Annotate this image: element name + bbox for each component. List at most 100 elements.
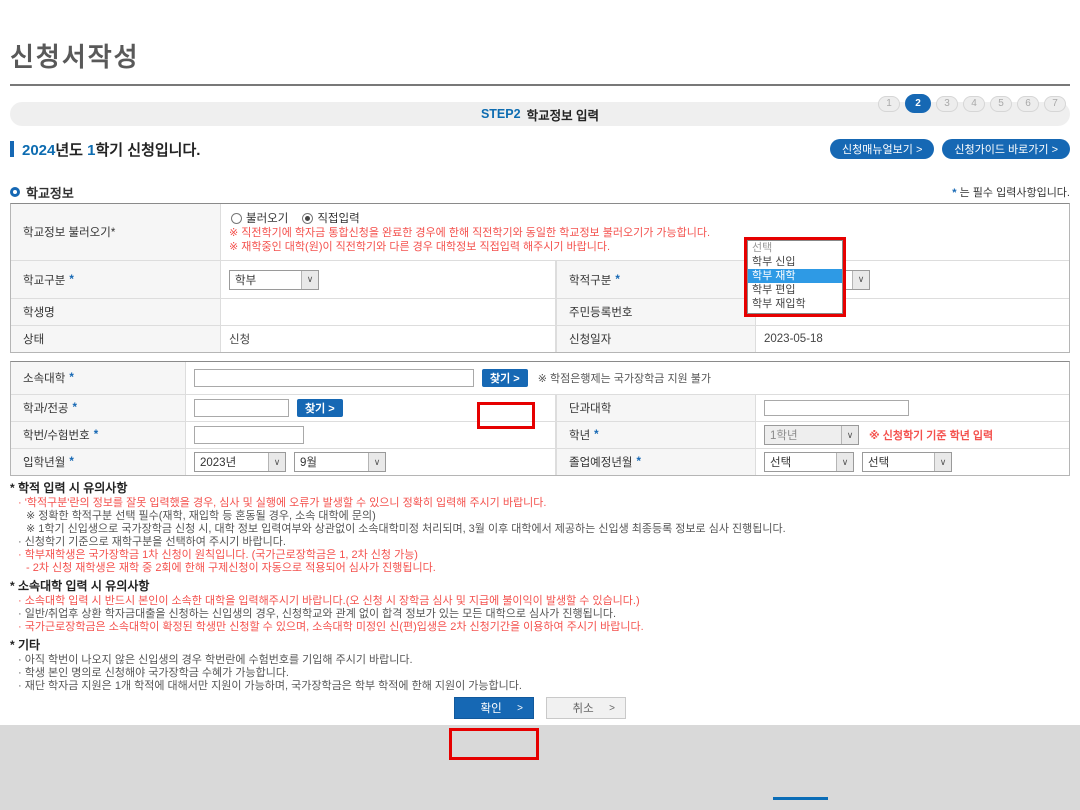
- major-find-button[interactable]: 찾기 >: [297, 399, 343, 417]
- status-value: 신청: [221, 326, 556, 352]
- table-row: 학과/전공 * 찾기 > 단과대학: [11, 394, 1069, 421]
- school-info-section-header: 학교정보 * 는 필수 입력사항입니다.: [10, 184, 1070, 200]
- graduation-month-select[interactable]: 선택 ∨: [862, 452, 952, 472]
- dropdown-option[interactable]: 학부 편입: [748, 283, 842, 297]
- admission-date-label: 입학년월 *: [11, 449, 186, 475]
- rrn-label: 주민등록번호: [556, 299, 756, 325]
- step-3: 3: [936, 96, 958, 112]
- note-item: · 아직 학번이 나오지 않은 신입생의 경우 학번란에 수험번호를 기입해 주…: [10, 654, 1070, 667]
- student-id-input[interactable]: [194, 426, 304, 444]
- load-note-1: ※ 직전학기에 학자금 통합신청을 완료한 경우에 한해 직전학기와 동일한 학…: [229, 226, 710, 240]
- table-row: 학번/수험번호 * 학년 * 1학년 ∨ ※ 신청학기 기준 학년 입력: [11, 421, 1069, 448]
- note-item: · 재단 학자금 지원은 1개 학적에 대해서만 지원이 가능하며, 국가장학금…: [10, 680, 1070, 693]
- step-7: 7: [1044, 96, 1066, 112]
- university-find-button[interactable]: 찾기 >: [482, 369, 528, 387]
- guide-shortcut-button[interactable]: 신청가이드 바로가기 >: [942, 139, 1070, 159]
- table-row: 학교구분 * 학부 ∨ 학적구분 * ∨: [11, 260, 1069, 298]
- footer-area: [0, 725, 1080, 810]
- college-input[interactable]: [764, 400, 909, 416]
- university-info-table: 소속대학 * 찾기 > ※ 학점은행제는 국가장학금 지원 불가 학과/전공 *…: [10, 361, 1070, 476]
- grade-note: ※ 신청학기 기준 학년 입력: [869, 427, 993, 443]
- title-divider: [10, 84, 1070, 86]
- radio-fetch-label[interactable]: 불러오기: [246, 210, 288, 226]
- note-item: · 신청학기 기준으로 재학구분을 선택하여 주시기 바랍니다.: [10, 536, 1070, 549]
- university-note: ※ 학점은행제는 국가장학금 지원 불가: [538, 370, 711, 386]
- university-input[interactable]: [194, 369, 474, 387]
- note-title: * 소속대학 입력 시 유의사항: [10, 579, 1070, 593]
- cancel-button[interactable]: 취소 >: [546, 697, 626, 719]
- note-item: - 2차 신청 재학생은 재학 중 2회에 한해 구제신청이 자동으로 적용되어…: [10, 562, 1070, 575]
- college-label: 단과대학: [556, 395, 756, 421]
- student-name-label: 학생명: [11, 299, 221, 325]
- graduation-year-select[interactable]: 선택 ∨: [764, 452, 854, 472]
- step-indicator: 1 2 3 4 5 6 7: [878, 94, 1066, 113]
- arrow-right-icon: >: [517, 703, 523, 714]
- chevron-down-icon: ∨: [301, 271, 318, 289]
- etc-notes-block: * 기타 · 아직 학번이 나오지 않은 신입생의 경우 학번란에 수험번호를 …: [10, 638, 1070, 693]
- manual-view-button[interactable]: 신청매뉴얼보기 >: [830, 139, 934, 159]
- enroll-type-dropdown-list[interactable]: 선택 학부 신입 학부 재학 학부 편입 학부 재입학: [747, 240, 843, 314]
- university-notes-block: * 소속대학 입력 시 유의사항 · 소속대학 입력 시 반드시 본인이 소속한…: [10, 579, 1070, 634]
- university-label: 소속대학 *: [11, 362, 186, 394]
- status-label: 상태: [11, 326, 221, 352]
- confirm-button[interactable]: 확인 >: [454, 697, 534, 719]
- note-item: ※ 정확한 학적구분 선택 필수(재학, 재입학 등 혼동될 경우, 소속 대학…: [10, 510, 1070, 523]
- admission-month-select[interactable]: 9월 ∨: [294, 452, 386, 472]
- step-5: 5: [990, 96, 1012, 112]
- radio-selected-icon[interactable]: [302, 213, 313, 224]
- step-banner-number: STEP2: [481, 107, 521, 121]
- chevron-down-icon: ∨: [836, 453, 853, 471]
- find-button-annotation: [477, 402, 535, 429]
- note-item: · 학부재학생은 국가장학금 1차 신청이 원칙입니다. (국가근로장학금은 1…: [10, 549, 1070, 562]
- chevron-down-icon: ∨: [841, 426, 858, 444]
- note-title: * 학적 입력 시 유의사항: [10, 481, 1070, 495]
- radio-unselected-icon[interactable]: [231, 213, 242, 224]
- note-item: ※ 1학기 신입생으로 국가장학금 신청 시, 대학 정보 입력여부와 상관없이…: [10, 523, 1070, 536]
- note-item: · 소속대학 입력 시 반드시 본인이 소속한 대학을 입력해주시기 바랍니다.…: [10, 595, 1070, 608]
- semester-headline-row: 2024년도 1학기 신청입니다. 신청매뉴얼보기 > 신청가이드 바로가기 >: [10, 138, 1070, 160]
- note-item: · 국가근로장학금은 소속대학이 확정된 학생만 신청할 수 있으며, 소속대학…: [10, 621, 1070, 634]
- dropdown-option-selected[interactable]: 학부 재학: [748, 269, 842, 283]
- enroll-type-label: 학적구분 *: [556, 261, 756, 298]
- form-actions: 확인 > 취소 >: [10, 697, 1070, 719]
- apply-date-value: 2023-05-18: [756, 326, 1069, 352]
- dropdown-option[interactable]: 학부 재입학: [748, 297, 842, 311]
- note-item: · 일반/취업후 상환 학자금대출을 신청하는 신입생의 경우, 신청학교와 관…: [10, 608, 1070, 621]
- step-6: 6: [1017, 96, 1039, 112]
- radio-direct-label[interactable]: 직접입력: [317, 210, 359, 226]
- chevron-down-icon: ∨: [368, 453, 385, 471]
- required-note: * 는 필수 입력사항입니다.: [952, 184, 1070, 200]
- apply-date-label: 신청일자: [556, 326, 756, 352]
- dropdown-option[interactable]: 선택: [748, 241, 842, 255]
- headline-accent-bar: [10, 141, 14, 157]
- admission-year-select[interactable]: 2023년 ∨: [194, 452, 286, 472]
- student-name-value: [221, 299, 556, 325]
- chevron-down-icon: ∨: [934, 453, 951, 471]
- grade-select[interactable]: 1학년 ∨: [764, 425, 859, 445]
- university-cell: 찾기 > ※ 학점은행제는 국가장학금 지원 불가: [186, 362, 1069, 394]
- table-row: 상태 신청 신청일자 2023-05-18: [11, 325, 1069, 352]
- load-school-info-cell: 불러오기 직접입력 ※ 직전학기에 학자금 통합신청을 완료한 경우에 한해 직…: [221, 204, 1069, 260]
- enroll-type-dropdown-annotation: 선택 학부 신입 학부 재학 학부 편입 학부 재입학: [744, 237, 846, 317]
- load-note-2: ※ 재학중인 대학(원)이 직전학기와 다른 경우 대학정보 직접입력 해주시기…: [229, 240, 610, 254]
- school-type-select[interactable]: 학부 ∨: [229, 270, 319, 290]
- table-row: 입학년월 * 2023년 ∨ 9월 ∨ 졸업예정년월 * 선택: [11, 448, 1069, 475]
- school-type-label: 학교구분 *: [11, 261, 221, 298]
- semester-headline: 2024년도 1학기 신청입니다.: [22, 139, 200, 160]
- grade-cell: 1학년 ∨ ※ 신청학기 기준 학년 입력: [756, 422, 1069, 448]
- chevron-down-icon: ∨: [268, 453, 285, 471]
- school-info-table: 학교정보 불러오기* 불러오기 직접입력 ※ 직전학기에 학자금 통합신청을 완…: [10, 203, 1070, 353]
- application-form-page: 신청서작성 1 2 3 4 5 6 7 STEP2 학교정보 입력 2024년도…: [0, 40, 1080, 719]
- dropdown-option[interactable]: 학부 신입: [748, 255, 842, 269]
- graduation-date-cell: 선택 ∨ 선택 ∨: [756, 449, 1069, 475]
- confirm-button-annotation: [449, 728, 539, 760]
- graduation-date-label: 졸업예정년월 *: [556, 449, 756, 475]
- table-row: 소속대학 * 찾기 > ※ 학점은행제는 국가장학금 지원 불가: [11, 362, 1069, 394]
- school-type-cell: 학부 ∨: [221, 261, 556, 298]
- footer-blue-line: [773, 797, 828, 800]
- arrow-right-icon: >: [609, 703, 615, 714]
- major-input[interactable]: [194, 399, 289, 417]
- section-bullet-icon: [10, 187, 20, 197]
- step-banner-title: 학교정보 입력: [527, 105, 599, 124]
- major-label: 학과/전공 *: [11, 395, 186, 421]
